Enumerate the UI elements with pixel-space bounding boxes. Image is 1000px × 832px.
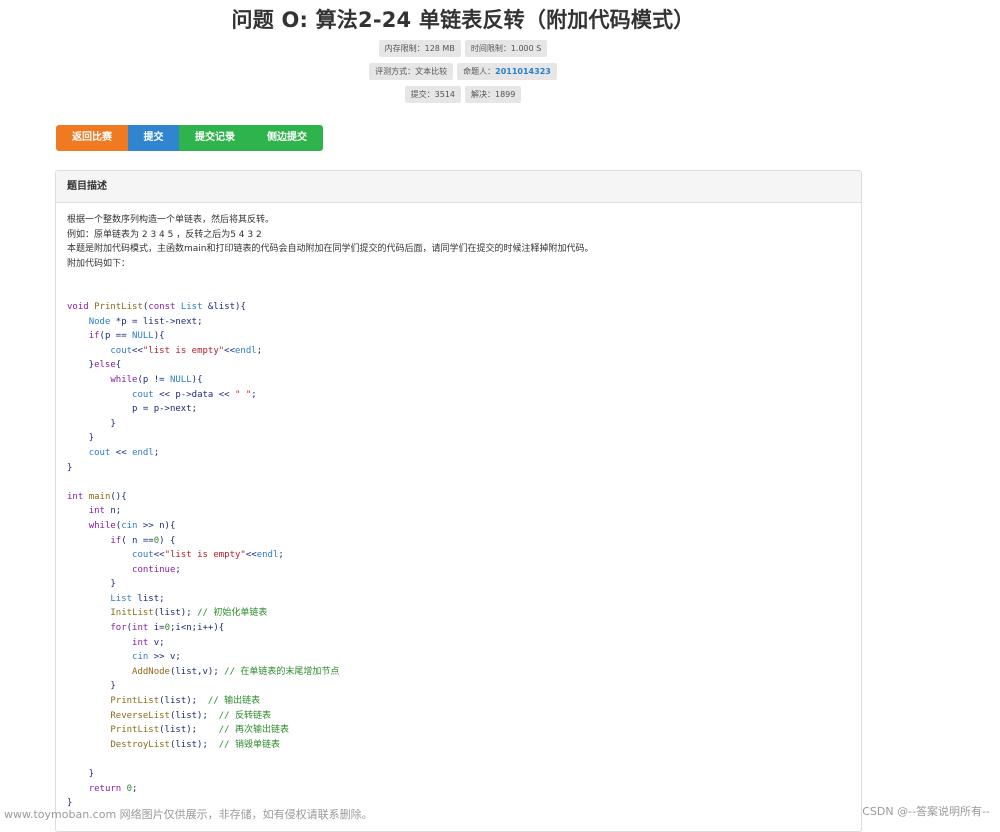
code-line: PrintList(list); // 再次输出链表 (110, 725, 290, 736)
code-block: void PrintList(const List &list){ Node *… (67, 300, 339, 811)
description-text: 根据一个整数序列构造一个单链表，然后将其反转。 例如：原单链表为 2 3 4 5… (67, 213, 594, 271)
code-line: }else{ (67, 360, 122, 371)
code-line: } (67, 433, 95, 444)
code-line: p = p->next; (67, 404, 198, 415)
memory-limit-badge: 内存限制：128 MB (378, 40, 461, 57)
code-line: ReverseList(list); // 反转链表 (110, 710, 272, 721)
code-line: } (67, 769, 95, 779)
description-line: 根据一个整数序列构造一个单链表，然后将其反转。 (67, 215, 275, 225)
back-to-contest-button[interactable]: 返回比赛 (56, 125, 128, 151)
solved-count-badge: 解决：1899 (465, 86, 522, 103)
judge-row: 评测方式：文本比较 命题人：2011014323 (0, 63, 926, 80)
watermark-right: CSDN @--答案说明所有-- (862, 805, 990, 818)
code-line: cout<<"list is empty"<<endl; (132, 550, 284, 561)
submit-records-button[interactable]: 提交记录 (179, 125, 251, 151)
panel-heading: 题目描述 (56, 171, 861, 203)
author-label: 命题人： (463, 67, 496, 76)
description-line: 例如：原单链表为 2 3 4 5 ，反转之后为5 4 3 2 (67, 229, 262, 240)
description-line: 本题是附加代码模式，主函数main和打印链表的代码会自动附加在同学们提交的代码后… (67, 244, 594, 254)
author-badge: 命题人：2011014323 (457, 63, 557, 80)
code-line: AddNode(list,v); // 在单链表的末尾增加节点 (132, 666, 340, 677)
code-line: void PrintList(const List &list){ (67, 302, 246, 312)
code-line: InitList(list); // 初始化单链表 (110, 608, 268, 619)
author-link[interactable]: 2011014323 (495, 67, 551, 76)
code-line: PrintList(list); // 输出链表 (110, 696, 261, 707)
code-line: cout << p->data << " "; (132, 389, 257, 400)
code-line: int v; (132, 637, 165, 648)
code-line: Node *p = list->next; (88, 316, 203, 327)
code-line: int n; (88, 506, 122, 517)
submit-button[interactable]: 提交 (128, 125, 179, 151)
code-line: int main(){ (67, 491, 127, 502)
limits-row: 内存限制：128 MB 时间限制：1.000 S (0, 40, 926, 57)
code-line: } (67, 579, 116, 590)
code-line: cin >> v; (132, 652, 181, 663)
code-line: if(p == NULL){ (88, 331, 165, 342)
code-line: for(int i=0;i<n;i++){ (110, 623, 225, 634)
code-line: if( n ==0) { (110, 535, 176, 546)
problem-description-panel: 题目描述 根据一个整数序列构造一个单链表，然后将其反转。 例如：原单链表为 2 … (55, 170, 862, 832)
code-line: cout<<"list is empty"<<endl; (110, 345, 263, 356)
problem-title: 问题 O: 算法2-24 单链表反转（附加代码模式） (231, 8, 695, 32)
code-line: while(p != NULL){ (110, 374, 203, 385)
code-line: cout << endl; (88, 447, 160, 458)
code-line: } (67, 418, 116, 429)
judge-mode-badge: 评测方式：文本比较 (369, 63, 454, 80)
code-line: } (67, 681, 116, 692)
code-line: List list; (110, 593, 165, 604)
submit-count-badge: 提交：3514 (404, 86, 461, 103)
action-button-group: 返回比赛 提交 提交记录 侧边提交 (56, 125, 323, 151)
side-submit-button[interactable]: 侧边提交 (251, 125, 323, 151)
stats-row: 提交：3514 解决：1899 (0, 86, 926, 103)
watermark-left: www.toymoban.com 网络图片仅供展示，非存储，如有侵权请联系删除。 (4, 808, 373, 821)
code-line: DestroyList(list); // 销毁单链表 (110, 739, 281, 750)
description-line: 附加代码如下： (67, 258, 131, 269)
code-line: while(cin >> n){ (88, 520, 176, 531)
code-line: } (67, 462, 73, 473)
code-line: continue; (132, 564, 181, 575)
time-limit-badge: 时间限制：1.000 S (464, 40, 548, 57)
code-line: return 0; (88, 783, 138, 794)
